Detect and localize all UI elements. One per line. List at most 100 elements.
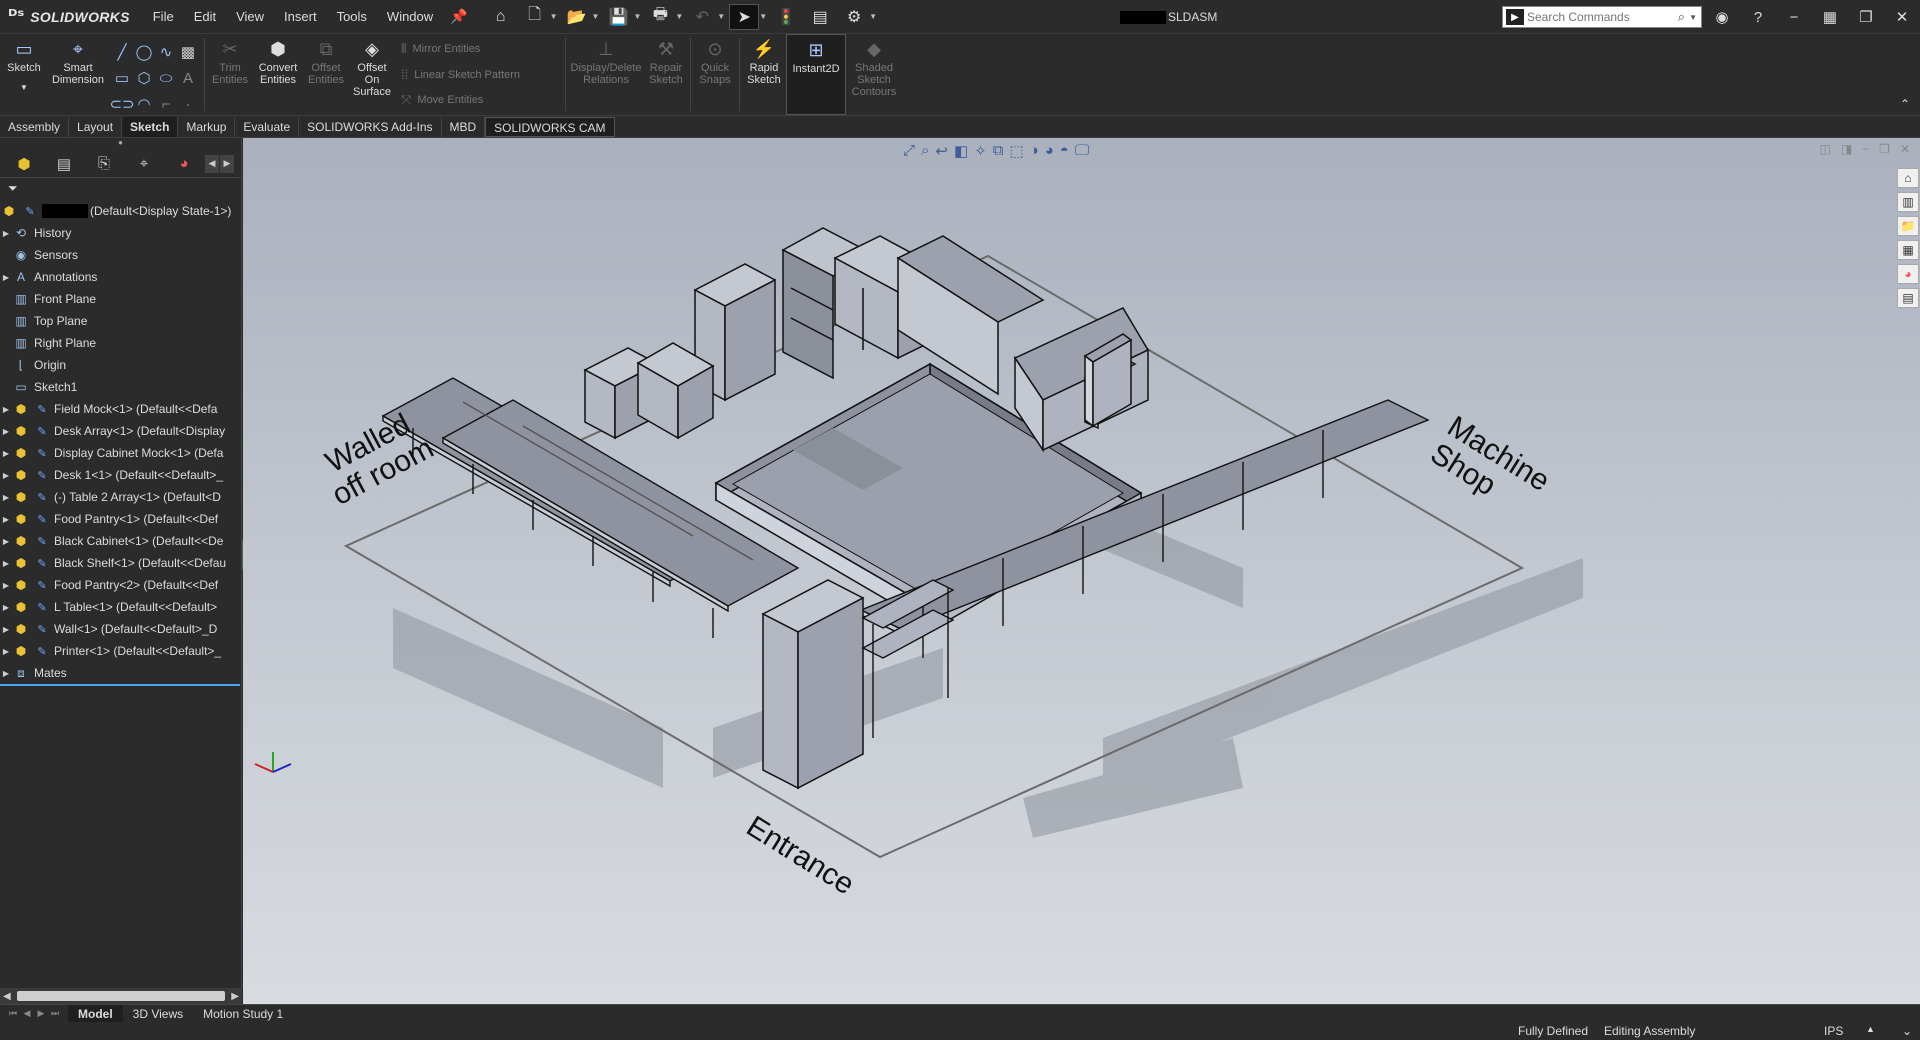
tab-addins[interactable]: SOLIDWORKS Add-Ins (299, 116, 442, 137)
expand-arrow-icon[interactable]: ▶ (0, 625, 12, 634)
expand-arrow-icon[interactable]: ▶ (0, 515, 12, 524)
restore-icon[interactable]: ❐ (1848, 8, 1884, 26)
expand-arrow-icon[interactable]: ▶ (0, 493, 12, 502)
rollback-bar[interactable] (0, 684, 240, 686)
tree-item-mates[interactable]: ▶ ⧈ Mates (0, 662, 241, 684)
help-icon[interactable]: ? (1740, 9, 1776, 26)
new-document-icon[interactable]: 🗋 (520, 4, 550, 30)
expand-arrow-icon[interactable]: ▶ (0, 647, 12, 656)
search-dropdown-icon[interactable]: ▼ (1689, 13, 1697, 22)
home-icon[interactable]: ⌂ (486, 4, 516, 30)
tree-item-front-plane[interactable]: ▥ Front Plane (0, 288, 241, 310)
file-explorer-icon[interactable]: 📁 (1897, 216, 1919, 236)
line-icon[interactable]: ╱ (112, 40, 132, 64)
tree-filter[interactable]: ⏷ (0, 178, 241, 200)
ellipse-icon[interactable]: ⬭ (156, 66, 176, 90)
open-dropdown-icon[interactable]: ▼ (592, 12, 600, 21)
tree-component[interactable]: ▶ ⬢ ✎ Field Mock<1> (Default<<Defa (0, 398, 241, 420)
tree-hscrollbar[interactable]: ◀ ▶ (0, 988, 242, 1004)
spline-icon[interactable]: ∿ (156, 40, 176, 64)
arc-icon[interactable]: ◠ (134, 92, 154, 116)
search-type-icon[interactable]: ▶ (1506, 9, 1524, 25)
design-library-icon[interactable]: ▥ (1897, 192, 1919, 212)
tree-component[interactable]: ▶ ⬢ ✎ Printer<1> (Default<<Default>_ (0, 640, 241, 662)
expand-arrow-icon[interactable]: ▶ (0, 559, 12, 568)
smart-dimension-button[interactable]: ⌖ Smart Dimension (48, 34, 108, 115)
food-pantry[interactable] (583, 342, 715, 440)
solidworks-logo[interactable]: ᴰˢ SOLIDWORKS (0, 0, 144, 34)
mirror-entities-button[interactable]: ⫴ Mirror Entities (401, 41, 557, 57)
feature-tree-tab-icon[interactable]: ⬢ (4, 152, 44, 176)
menu-tools[interactable]: Tools (328, 5, 376, 28)
tree-item-history[interactable]: ▶ ⟲ History (0, 222, 241, 244)
status-expand-icon[interactable]: ⌄ (1902, 1024, 1912, 1038)
menu-insert[interactable]: Insert (275, 5, 326, 28)
circle-icon[interactable]: ◯ (134, 40, 154, 64)
tree-item-sketch1[interactable]: ▭ Sketch1 (0, 376, 241, 398)
sketch-button[interactable]: ▭ Sketch ▼ (0, 34, 48, 115)
tree-component[interactable]: ▶ ⬢ ✎ Black Cabinet<1> (Default<<De (0, 530, 241, 552)
new-dropdown-icon[interactable]: ▼ (550, 12, 558, 21)
minimize-icon[interactable]: − (1776, 9, 1812, 26)
assembly-model[interactable] (243, 138, 1893, 1004)
configuration-manager-tab-icon[interactable]: ⎘ (84, 152, 124, 176)
view-palette-icon[interactable]: ▦ (1897, 240, 1919, 260)
tree-item-sensors[interactable]: ◉ Sensors (0, 244, 241, 266)
tree-component[interactable]: ▶ ⬢ ✎ Display Cabinet Mock<1> (Defa (0, 442, 241, 464)
linear-pattern-button[interactable]: ⁞⁞ Linear Sketch Pattern (401, 67, 557, 82)
undo-dropdown-icon[interactable]: ▼ (717, 12, 725, 21)
pin-menu-icon[interactable]: 📌 (442, 8, 475, 25)
quick-snaps-button[interactable]: ⊙ Quick Snaps (693, 34, 737, 115)
tree-item-origin[interactable]: ⌊ Origin (0, 354, 241, 376)
point-icon[interactable]: · (178, 92, 198, 116)
polygon-icon[interactable]: ⬡ (134, 66, 154, 90)
undo-icon[interactable]: ↶ (687, 4, 717, 30)
rapid-sketch-button[interactable]: ⚡ Rapid Sketch (742, 34, 786, 115)
tab-motion-study[interactable]: Motion Study 1 (193, 1005, 293, 1023)
rectangle-icon[interactable]: ▭ (112, 66, 132, 90)
display-manager-tab-icon[interactable]: ◕ (164, 152, 204, 176)
shaded-sketch-contours-button[interactable]: ◆ Shaded Sketch Contours (846, 34, 902, 115)
close-icon[interactable]: ✕ (1884, 8, 1920, 26)
search-input[interactable] (1527, 10, 1657, 24)
units-up-icon[interactable]: ▲ (1866, 1024, 1875, 1034)
expand-arrow-icon[interactable]: ▶ (0, 581, 12, 590)
scroll-left-icon[interactable]: ◀ (3, 991, 11, 1002)
move-entities-button[interactable]: ⤧ Move Entities (401, 92, 557, 108)
expand-arrow-icon[interactable]: ▶ (0, 449, 12, 458)
tree-component[interactable]: ▶ ⬢ ✎ Desk 1<1> (Default<<Default>_ (0, 464, 241, 486)
tabs-scroll-left-icon[interactable]: ◀ (205, 154, 219, 173)
text-icon[interactable]: ▩ (178, 40, 198, 64)
save-icon[interactable]: 💾 (603, 4, 633, 30)
menu-window[interactable]: Window (378, 5, 442, 28)
fillet-icon[interactable]: ⌐ (156, 92, 176, 116)
tree-component[interactable]: ▶ ⬢ ✎ (-) Table 2 Array<1> (Default<D (0, 486, 241, 508)
expand-arrow-icon[interactable]: ▶ (0, 669, 12, 678)
options-dropdown-icon[interactable]: ▼ (869, 12, 877, 21)
tree-item-right-plane[interactable]: ▥ Right Plane (0, 332, 241, 354)
black-cabinet[interactable] (761, 579, 865, 790)
rebuild-icon[interactable]: 🚦 (771, 4, 801, 30)
search-icon[interactable]: ⌕ (1678, 9, 1685, 25)
slot-icon[interactable]: ⊂⊃ (109, 92, 134, 116)
file-properties-icon[interactable]: ▤ (805, 4, 835, 30)
search-commands[interactable]: ▶ ⌕ ▼ (1502, 6, 1702, 28)
viewport-close-icon[interactable]: ✕ (1900, 142, 1910, 156)
solidworks-resources-icon[interactable]: ⌂ (1897, 168, 1919, 188)
tree-component[interactable]: ▶ ⬢ ✎ L Table<1> (Default<<Default> (0, 596, 241, 618)
sketch-dropdown-icon[interactable]: ▼ (20, 82, 28, 94)
status-units[interactable]: IPS (1824, 1024, 1843, 1038)
repair-sketch-button[interactable]: ⚒ Repair Sketch (644, 34, 688, 115)
collapse-ribbon-icon[interactable]: ⌃ (1900, 97, 1910, 111)
options-gear-icon[interactable]: ⚙ (839, 4, 869, 30)
tab-sketch[interactable]: Sketch (122, 116, 179, 137)
last-tab-icon[interactable]: ⏭ (48, 1008, 62, 1019)
offset-entities-button[interactable]: ⧉ Offset Entities (303, 34, 349, 115)
tabs-scroll-right-icon[interactable]: ▶ (220, 154, 234, 173)
open-icon[interactable]: 📂 (562, 4, 592, 30)
scroll-thumb[interactable] (16, 991, 226, 1001)
expand-arrow-icon[interactable]: ▶ (0, 471, 12, 480)
next-tab-icon[interactable]: ▶ (34, 1008, 48, 1019)
tab-mbd[interactable]: MBD (442, 116, 486, 137)
display-delete-relations-button[interactable]: ⊥ Display/Delete Relations (568, 34, 644, 115)
